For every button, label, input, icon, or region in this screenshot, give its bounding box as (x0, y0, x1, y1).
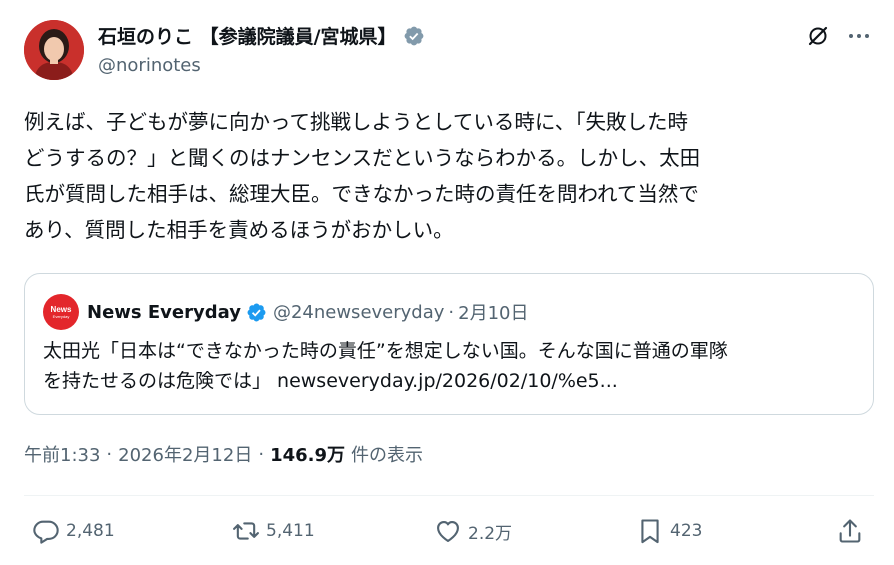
divider (24, 495, 874, 496)
retweet-button[interactable]: 5,411 (232, 517, 315, 545)
tweet-meta: 午前1:33 · 2026年2月12日 · 146.9万 件の表示 (24, 441, 423, 467)
author-display-name[interactable]: 石垣のりこ 【参議院議員/宮城県】 (98, 22, 397, 49)
like-button[interactable]: 2.2万 (434, 517, 512, 545)
author-avatar[interactable] (24, 20, 84, 80)
tweet-text-line: あり、質問した相手を責めるほうがおかしい。 (24, 218, 454, 242)
meta-separator: · (106, 443, 113, 465)
quoted-author-avatar[interactable]: News Everyday (43, 294, 79, 330)
bookmark-icon (641, 519, 659, 544)
quoted-tweet-card[interactable]: News Everyday News Everyday @24newsevery… (24, 273, 874, 415)
more-icon[interactable] (846, 24, 872, 48)
tweet-text-line: 例えば、子どもが夢に向かって挑戦しようとしている時に、「失敗した時 (24, 110, 688, 134)
verified-badge-icon[interactable] (403, 25, 425, 47)
heart-icon (437, 520, 459, 542)
share-icon (839, 519, 861, 543)
tweet-time[interactable]: 午前1:33 (24, 441, 100, 467)
grok-icon[interactable] (806, 24, 830, 48)
bookmark-count: 423 (670, 521, 703, 541)
tweet-text-line: 氏が質問した相手は、総理大臣。できなかった時の責任を問われて当然で (24, 182, 699, 206)
verified-badge-icon (247, 303, 266, 321)
reply-icon (33, 520, 59, 544)
retweet-icon (233, 522, 259, 540)
meta-separator: · (258, 443, 265, 465)
author-name-row: 石垣のりこ 【参議院議員/宮城県】 (98, 22, 425, 49)
quoted-avatar-logo-subtext: Everyday (52, 313, 70, 319)
tweet-date[interactable]: 2026年2月12日 (118, 441, 252, 467)
quoted-text-line: 太田光「日本は“できなかった時の責任”を想定しない国。そんな国に普通の軍隊 (43, 340, 728, 362)
author-handle[interactable]: @norinotes (98, 55, 201, 76)
quoted-separator: · (448, 301, 455, 323)
quoted-header: News Everyday @24newseveryday · 2月10日 (87, 299, 529, 325)
like-count: 2.2万 (468, 523, 513, 544)
tweet-text-line: どうするの？」と聞くのはナンセンスだというならわかる。しかし、太田 (24, 146, 701, 170)
quoted-date: 2月10日 (458, 303, 529, 324)
reply-count: 2,481 (66, 521, 115, 541)
share-button[interactable] (836, 517, 864, 545)
quoted-avatar-logo-text: News (50, 304, 72, 314)
quoted-author-handle: @24newseveryday (272, 301, 445, 323)
reply-button[interactable]: 2,481 (32, 517, 115, 545)
author-avatar-image (24, 20, 84, 80)
bookmark-button[interactable]: 423 (636, 517, 702, 545)
view-count-label: 件の表示 (351, 445, 423, 466)
quoted-text: 太田光「日本は“できなかった時の責任”を想定しない国。そんな国に普通の軍隊 を持… (43, 336, 863, 396)
tweet-text: 例えば、子どもが夢に向かって挑戦しようとしている時に、「失敗した時 どうするの？… (24, 104, 872, 248)
retweet-count: 5,411 (266, 521, 315, 541)
quoted-text-line: を持たせるのは危険では」 newseveryday.jp/2026/02/10/… (43, 370, 618, 392)
view-count: 146.9万 (270, 445, 345, 466)
quoted-author-name[interactable]: News Everyday (87, 302, 241, 323)
